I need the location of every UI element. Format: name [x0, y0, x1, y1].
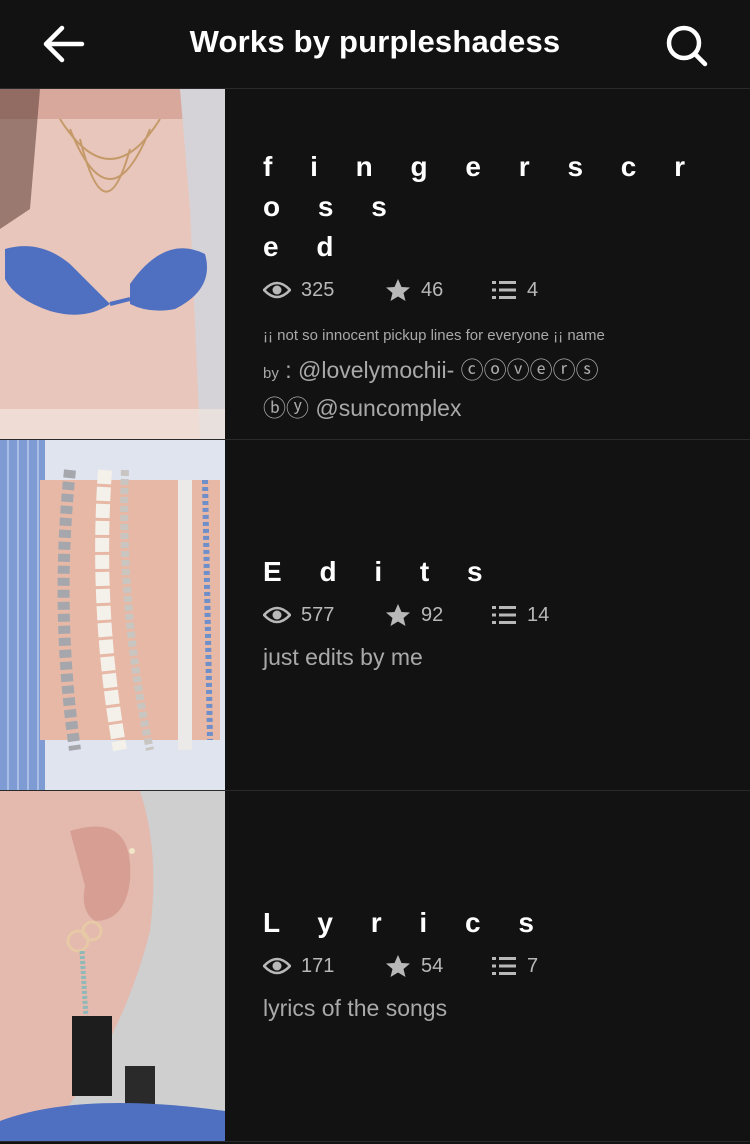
story-info: E d i t s 577 92 14 just edits by me	[263, 552, 713, 674]
votes-count: 46	[421, 278, 444, 301]
story-item[interactable]: f i n g e r s c r o s s e d 325 46 4 ¡¡ …	[0, 89, 750, 440]
views-stat: 325	[263, 279, 385, 302]
story-cover-image[interactable]	[0, 440, 225, 790]
votes-count: 92	[421, 603, 444, 626]
arrow-left-icon	[43, 25, 85, 63]
parts-stat: 14	[491, 604, 549, 627]
story-cover-image[interactable]	[0, 89, 225, 439]
story-description: lyrics of the songs	[263, 995, 448, 1021]
story-stats: 171 54 7	[263, 951, 713, 981]
story-item[interactable]: L y r i c s 171 54 7 lyrics of the songs	[0, 791, 750, 1142]
back-button[interactable]	[38, 22, 88, 66]
views-stat: 171	[263, 955, 385, 978]
list-icon	[492, 606, 516, 624]
votes-stat: 54	[385, 954, 491, 978]
parts-count: 7	[527, 954, 539, 977]
story-description: just edits by me	[263, 644, 423, 670]
votes-count: 54	[421, 954, 444, 977]
search-icon	[666, 25, 708, 67]
page-title: Works by purpleshadess	[189, 24, 561, 59]
star-icon	[386, 604, 410, 626]
list-icon	[492, 957, 516, 975]
story-title[interactable]: E d i t s	[263, 552, 713, 592]
star-icon	[386, 279, 410, 301]
story-stats: 577 92 14	[263, 600, 713, 630]
story-stats: 325 46 4	[263, 275, 713, 305]
star-icon	[386, 955, 410, 977]
votes-stat: 46	[385, 278, 491, 302]
story-title[interactable]: L y r i c s	[263, 903, 713, 943]
story-info: L y r i c s 171 54 7 lyrics of the songs	[263, 903, 713, 1025]
search-button[interactable]	[660, 20, 712, 70]
views-count: 577	[301, 603, 335, 626]
parts-count: 14	[527, 603, 550, 626]
story-list: f i n g e r s c r o s s e d 325 46 4 ¡¡ …	[0, 89, 750, 1142]
parts-count: 4	[527, 278, 539, 301]
views-stat: 577	[263, 604, 385, 627]
story-info: f i n g e r s c r o s s e d 325 46 4 ¡¡ …	[263, 147, 713, 425]
views-count: 325	[301, 278, 335, 301]
story-description: ¡¡ not so innocent pickup lines for ever…	[263, 327, 605, 421]
eye-icon	[263, 281, 291, 299]
eye-icon	[263, 957, 291, 975]
list-icon	[492, 281, 516, 299]
story-title[interactable]: f i n g e r s c r o s s e d	[263, 147, 713, 267]
parts-stat: 7	[491, 955, 538, 978]
eye-icon	[263, 606, 291, 624]
views-count: 171	[301, 954, 335, 977]
votes-stat: 92	[385, 603, 491, 627]
story-item[interactable]: E d i t s 577 92 14 just edits by me	[0, 440, 750, 791]
top-bar: Works by purpleshadess	[0, 0, 750, 89]
parts-stat: 4	[491, 279, 538, 302]
story-cover-image[interactable]	[0, 791, 225, 1141]
